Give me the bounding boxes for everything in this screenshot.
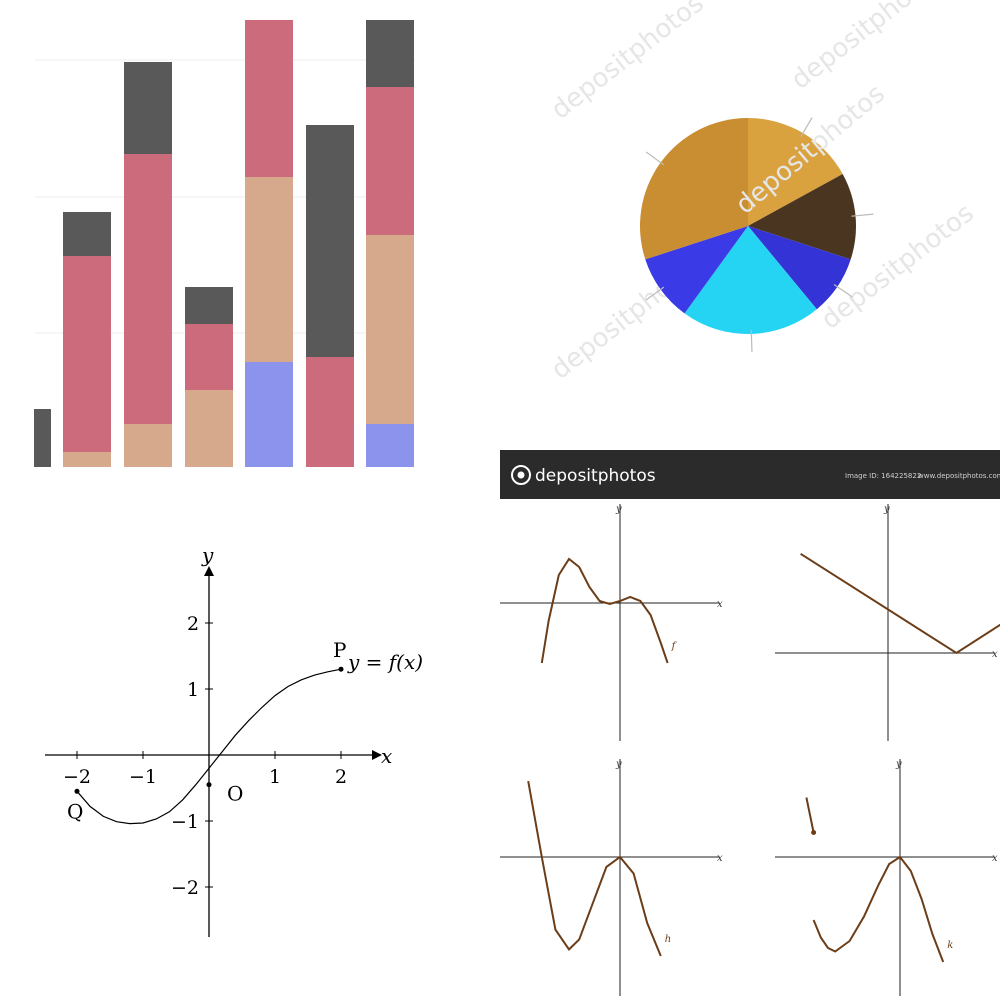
bar-segment <box>366 424 414 467</box>
banner-site: www.depositphotos.com <box>918 472 1000 480</box>
function-plot: x y −2 −1 1 2 −2 −1 1 2 y = f(x) Q O P <box>45 543 423 937</box>
bar-segment <box>124 62 172 154</box>
y-tick-label: 1 <box>187 679 199 701</box>
y-axis-label: y <box>895 759 902 770</box>
endpoint-marker <box>811 830 817 835</box>
four-graphs: xyfxygxyhxyk <box>500 504 1000 996</box>
point-label: P <box>333 638 346 662</box>
y-axis-label: y <box>883 504 890 515</box>
stock-banner: depositphotos Image ID: 164225822 www.depo… <box>500 450 1000 499</box>
bar-segment <box>185 324 233 390</box>
point-marker <box>74 788 80 794</box>
point-label: Q <box>67 799 83 823</box>
x-axis-label: x <box>717 599 723 610</box>
y-tick-label: −2 <box>171 877 199 899</box>
bar-segment <box>34 409 51 467</box>
bar-segment <box>185 287 233 324</box>
function-label: y = f(x) <box>347 650 423 674</box>
y-axis-label: y <box>615 759 622 770</box>
point-label: O <box>227 782 243 806</box>
pie-chart: depositphotos depositphotosdepositphotos d… <box>546 0 980 386</box>
banner-image-id: Image ID: 164225822 <box>845 472 921 480</box>
leader-line <box>750 329 753 352</box>
bar-segment <box>306 125 354 357</box>
y-tick-label: 2 <box>187 613 199 635</box>
function-label: f <box>671 641 678 652</box>
leader-line <box>645 151 665 166</box>
bar-segment <box>63 256 111 452</box>
stacked-bar-chart-panel <box>0 0 500 500</box>
camera-lens-icon <box>517 471 525 479</box>
banner-brand: depositphotos <box>535 466 656 486</box>
x-tick-label: −2 <box>63 766 91 788</box>
function-label: k <box>947 940 953 951</box>
watermark-text: depositphotos <box>546 0 710 126</box>
function-curve-segment <box>805 797 815 833</box>
point-marker <box>338 666 344 672</box>
bar-segment <box>245 362 293 467</box>
bar-segment <box>306 357 354 467</box>
pie-chart-panel: depositphotos depositphotos depositphotos d… <box>500 0 1000 500</box>
stacked-bar-chart <box>34 20 415 467</box>
bar-segment <box>63 452 111 467</box>
function-plot-panel: x y −2 −1 1 2 −2 −1 1 2 y = f(x) Q O P <box>0 500 500 1000</box>
point-marker <box>206 782 212 788</box>
bar-segment <box>366 87 414 235</box>
bar-segment <box>245 177 293 362</box>
x-tick-label: 2 <box>335 766 347 788</box>
y-axis-label: y <box>615 504 622 515</box>
bar-segment <box>124 154 172 424</box>
function-curve <box>527 780 662 957</box>
x-axis-label: x <box>992 853 998 864</box>
bar-segment <box>366 20 414 87</box>
x-tick-label: 1 <box>269 766 281 788</box>
y-tick-label: −1 <box>171 811 199 833</box>
x-axis-label: x <box>717 853 723 864</box>
y-axis-label: y <box>201 543 214 567</box>
x-axis-label: x <box>992 649 998 660</box>
bar-segment <box>185 390 233 467</box>
x-axis-label: x <box>381 744 392 768</box>
function-curve <box>812 855 945 963</box>
four-graphs-panel: xyfxygxyhxyk <box>500 500 1000 1000</box>
bar-segment <box>245 20 293 177</box>
function-curve <box>800 552 1000 655</box>
banner-svg: depositphotos Image ID: 164225822www.depo… <box>511 465 1000 486</box>
bar-segment <box>63 212 111 256</box>
axes <box>45 575 372 937</box>
function-label: h <box>665 934 671 945</box>
bar-segment <box>124 424 172 467</box>
function-curve <box>540 557 669 664</box>
bar-segment <box>366 235 414 424</box>
y-axis-arrow <box>204 566 214 576</box>
x-tick-label: −1 <box>129 766 157 788</box>
